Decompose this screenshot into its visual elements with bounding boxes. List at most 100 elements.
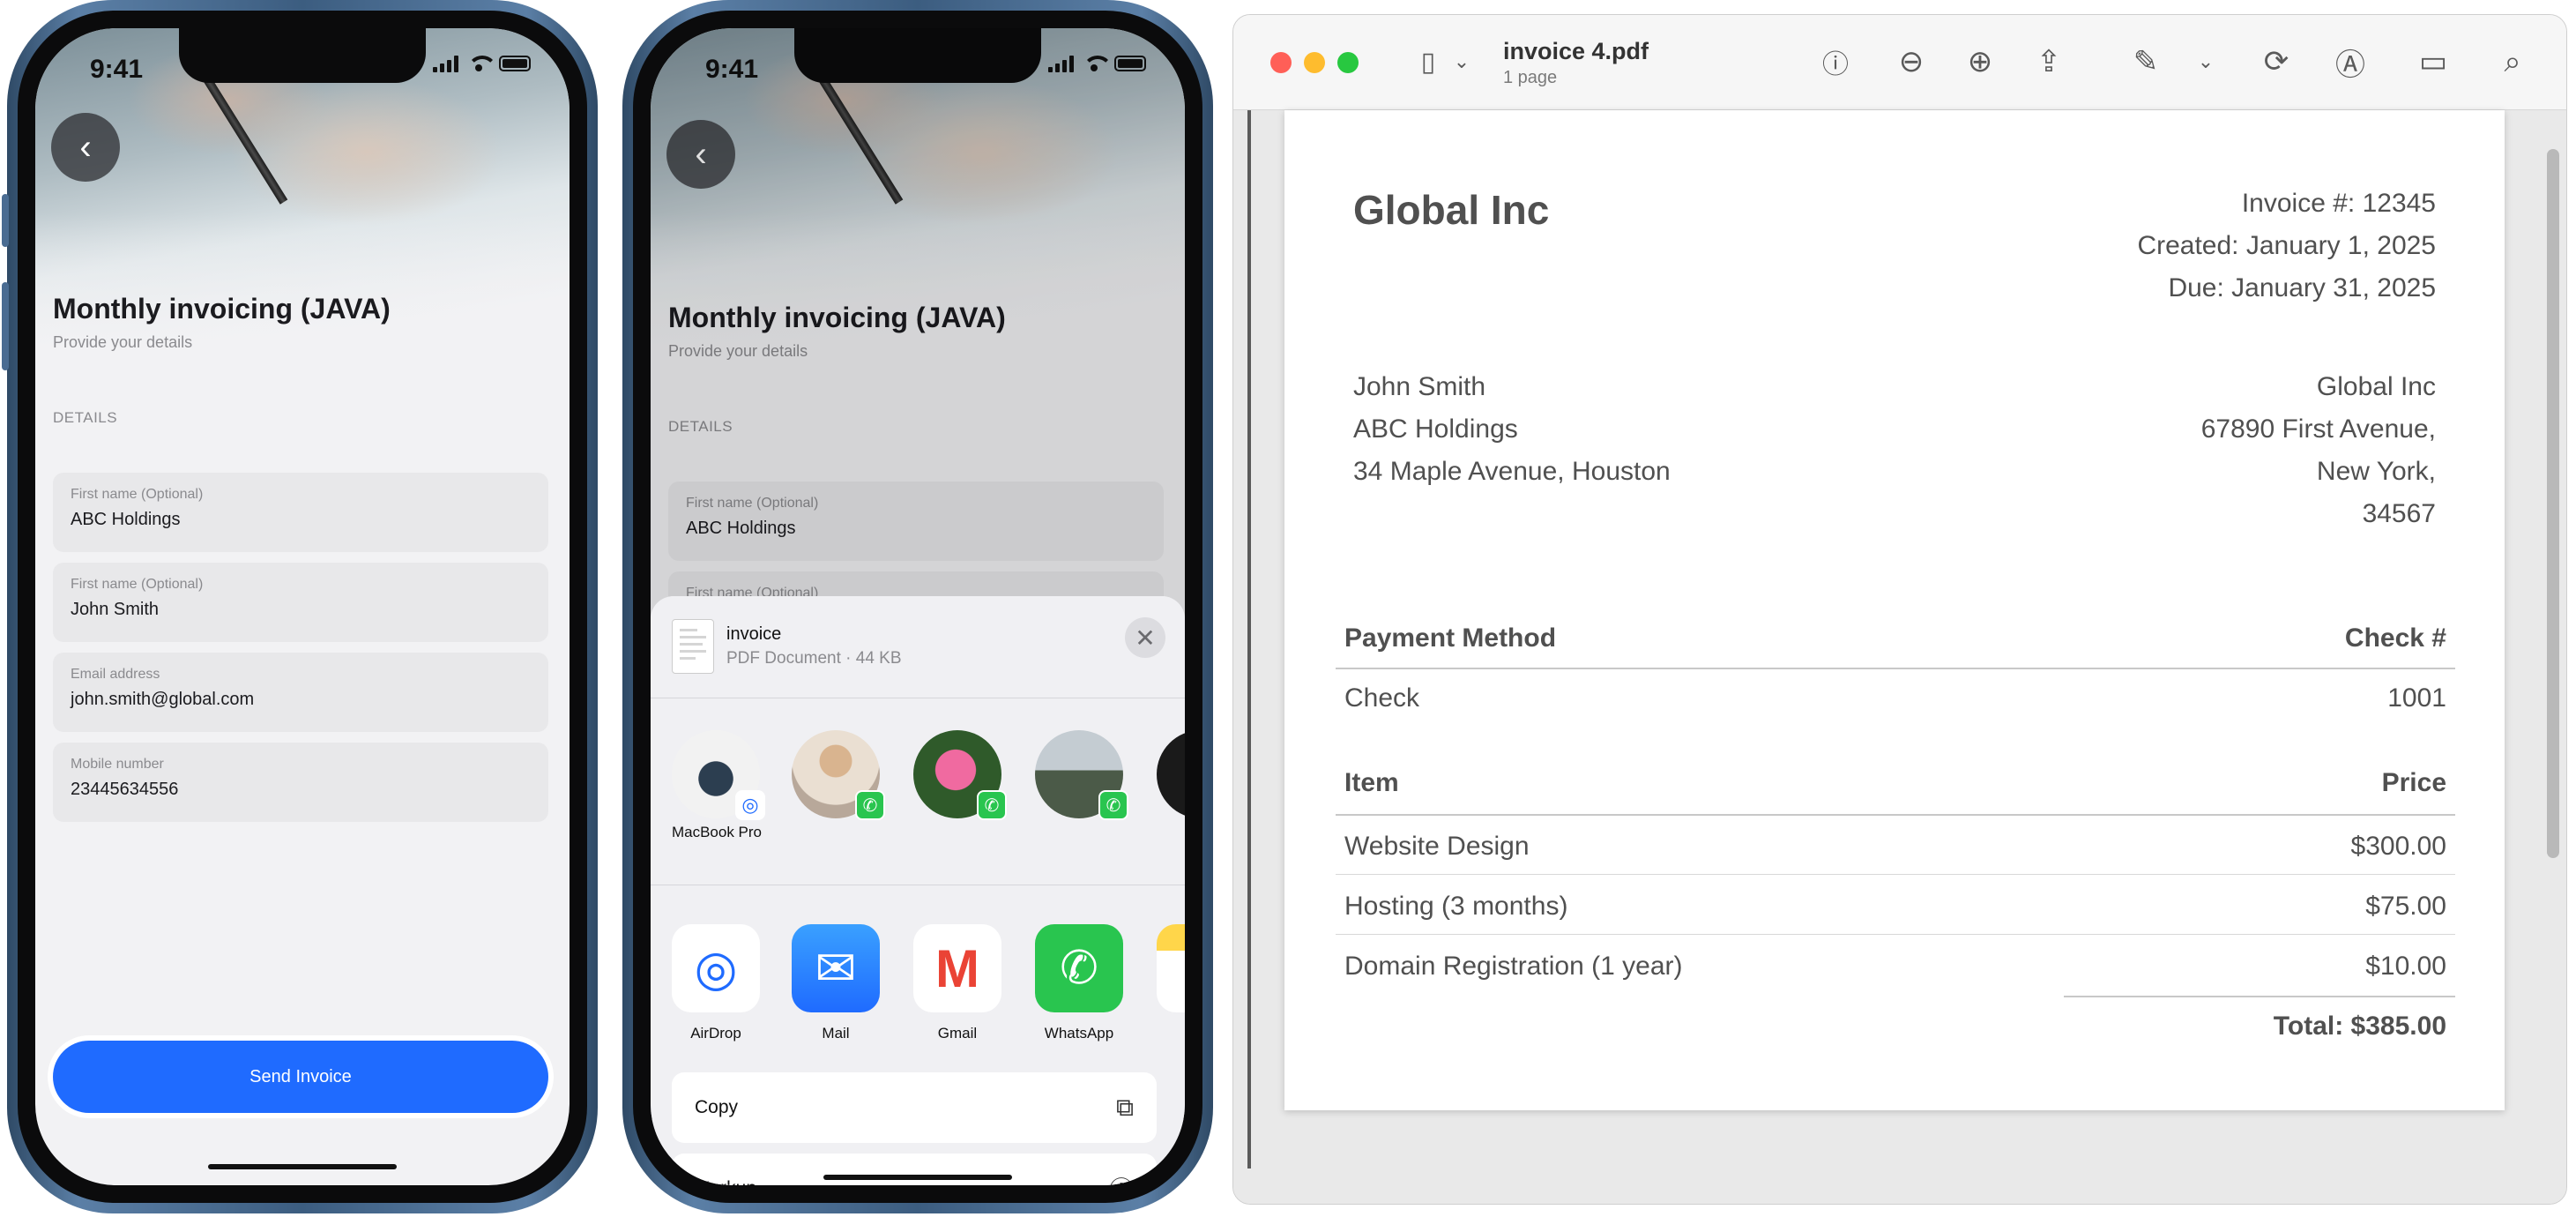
page-subtitle: Provide your details [53, 333, 193, 351]
share-sheet: invoice PDF Document · 44 KB ✕ ◎ ✆ ✆ ✆ M… [651, 596, 1185, 1185]
header-cell: Price [2381, 768, 2446, 797]
zoom-out-icon[interactable]: ⊖ [1891, 41, 1932, 82]
whatsapp-icon: ✆ [977, 790, 1007, 820]
table-cell: Website Design [1344, 832, 1530, 861]
airdrop-app[interactable]: ◎ [672, 924, 760, 1012]
window-subtitle: 1 page [1503, 68, 1558, 87]
from-address: Global Inc 67890 First Avenue, New York,… [2201, 366, 2436, 535]
company-field[interactable]: First name (Optional) ABC Holdings [53, 473, 548, 552]
contact-avatar[interactable] [1157, 730, 1185, 818]
gmail-app[interactable]: M [913, 924, 1001, 1012]
page-title: Monthly invoicing (JAVA) [53, 293, 391, 325]
mobile-field[interactable]: Mobile number 23445634556 [53, 743, 548, 822]
email-field[interactable]: Email address john.smith@global.com [53, 653, 548, 732]
zoom-window-button[interactable] [1337, 52, 1359, 73]
minimize-window-button[interactable] [1304, 52, 1325, 73]
window-title: invoice 4.pdf [1503, 38, 1649, 64]
table-row: Domain Registration (1 year) $10.00 [1336, 952, 2455, 982]
person-label: C [1144, 824, 1185, 841]
pen-image [200, 72, 288, 205]
shared-doc-meta: PDF Document · 44 KB [726, 649, 902, 668]
macbook-avatar[interactable]: ◎ [672, 730, 765, 820]
whatsapp-icon: ✆ [1098, 790, 1128, 820]
form-fill-icon[interactable]: ▭ [2413, 41, 2453, 82]
battery-icon [499, 56, 531, 71]
notes-app[interactable] [1157, 924, 1185, 1012]
chevron-left-icon: ‹ [79, 127, 92, 167]
contact-avatar[interactable]: ✆ [1035, 730, 1128, 820]
side-button [2, 194, 9, 247]
table-cell: Domain Registration (1 year) [1344, 952, 1683, 981]
divider [1336, 668, 2455, 669]
table-cell: Hosting (3 months) [1344, 892, 1568, 921]
field-value: John Smith [71, 600, 160, 619]
wifi-icon [467, 56, 497, 71]
side-button [2, 282, 9, 370]
close-button[interactable]: ✕ [1125, 617, 1165, 658]
action-label: Markup [695, 1178, 756, 1185]
section-header: DETAILS [53, 409, 118, 426]
back-button[interactable]: ‹ [51, 113, 120, 182]
contact-avatar[interactable]: ✆ [792, 730, 885, 820]
share-people-row: ◎ ✆ ✆ ✆ MacBook Pro C [651, 698, 1185, 885]
app-label: Gmail [937, 1025, 978, 1042]
address-line: ABC Holdings [1353, 414, 1518, 444]
chevron-down-icon[interactable]: ⌄ [2185, 41, 2226, 82]
invoice-created: Created: January 1, 2025 [2137, 231, 2436, 260]
mail-app[interactable]: ✉ [792, 924, 880, 1012]
home-indicator [823, 1175, 1012, 1180]
table-cell: $10.00 [2365, 952, 2446, 981]
whatsapp-icon: ✆ [1060, 943, 1098, 994]
payment-header: Payment Method Check # [1336, 623, 2455, 653]
payment-row: Check 1001 [1336, 683, 2455, 713]
field-value: 23445634556 [71, 780, 179, 799]
signal-icon [433, 55, 458, 72]
rotate-icon[interactable]: ⟳ [2256, 41, 2297, 82]
markup-action[interactable]: Markup Ⓐ [672, 1154, 1157, 1185]
document-viewport[interactable]: Global Inc Invoice #: 12345 Created: Jan… [1233, 110, 2566, 1204]
phone-screen: 9:41 ‹ Monthly invoicing (JAVA) Provide … [651, 28, 1185, 1185]
field-label: First name (Optional) [71, 577, 204, 592]
status-icons [433, 55, 531, 72]
airdrop-icon: ◎ [735, 790, 765, 820]
items-header: Item Price [1336, 768, 2455, 798]
divider [1336, 934, 2455, 935]
invoice-company: Global Inc [1353, 187, 1550, 233]
vertical-scrollbar[interactable] [2547, 149, 2559, 858]
contact-avatar[interactable]: ✆ [913, 730, 1007, 820]
name-field[interactable]: First name (Optional) John Smith [53, 563, 548, 642]
table-row: Hosting (3 months) $75.00 [1336, 892, 2455, 922]
person-label: MacBook Pro [671, 824, 763, 840]
share-icon[interactable]: ⇪ [2029, 41, 2069, 82]
header-cell: Payment Method [1344, 623, 1557, 653]
field-label: First name (Optional) [71, 487, 204, 502]
chevron-down-icon[interactable]: ⌄ [1441, 41, 1482, 82]
search-icon[interactable]: ⌕ [2492, 41, 2533, 82]
info-icon[interactable]: ⓘ [1815, 41, 1856, 82]
table-cell: Check [1344, 683, 1420, 713]
shared-doc-name: invoice [726, 624, 782, 644]
field-label: Mobile number [71, 757, 164, 772]
send-invoice-button[interactable]: Send Invoice [53, 1041, 548, 1113]
divider [1336, 874, 2455, 875]
field-label: Email address [71, 667, 160, 682]
markup-icon[interactable]: Ⓐ [2330, 41, 2371, 82]
divider [2064, 996, 2455, 997]
close-window-button[interactable] [1270, 52, 1292, 73]
copy-action[interactable]: Copy ⧉ [672, 1072, 1157, 1143]
iphone-form: 9:41 ‹ Monthly invoicing (JAVA) Provide … [7, 0, 598, 1213]
highlight-icon[interactable]: ✎ [2126, 41, 2166, 82]
table-cell: $75.00 [2365, 892, 2446, 921]
address-line: 67890 First Avenue, [2200, 414, 2436, 444]
app-label: WhatsApp [1044, 1025, 1114, 1042]
phone-screen: 9:41 ‹ Monthly invoicing (JAVA) Provide … [35, 28, 570, 1185]
notch [179, 28, 426, 83]
status-time: 9:41 [90, 55, 144, 84]
whatsapp-app[interactable]: ✆ [1035, 924, 1123, 1012]
share-apps-row: ◎ ✉ M ✆ AirDrop Mail Gmail WhatsApp N [651, 887, 1185, 1083]
invoice-number: Invoice #: 12345 [2241, 189, 2436, 218]
pdf-thumbnail-icon [672, 619, 714, 674]
copy-icon: ⧉ [1116, 1093, 1134, 1121]
iphone-share-sheet: 9:41 ‹ Monthly invoicing (JAVA) Provide … [622, 0, 1213, 1213]
zoom-in-icon[interactable]: ⊕ [1960, 41, 2000, 82]
